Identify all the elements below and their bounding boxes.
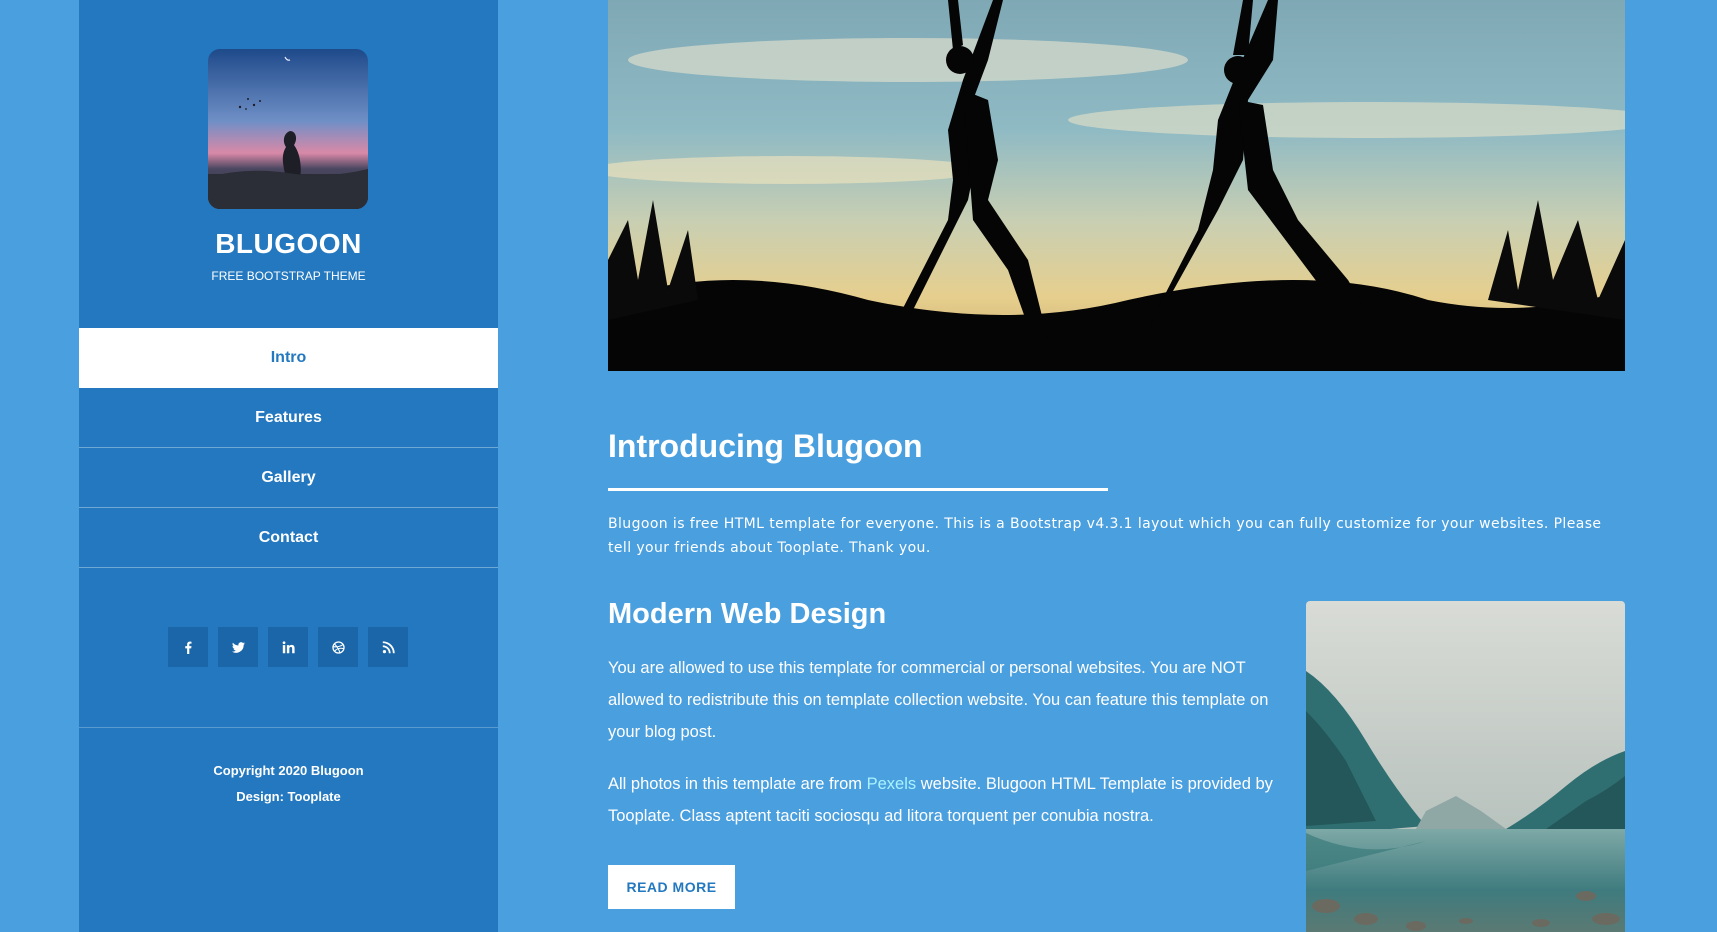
hero-image (608, 0, 1625, 371)
dribbble-icon (331, 640, 345, 654)
lake-mountain-image (1306, 601, 1625, 932)
social-links (168, 627, 408, 667)
brand-subtitle: FREE BOOTSTRAP THEME (211, 269, 366, 283)
nav-item-features[interactable]: Features (79, 388, 498, 448)
footer-divider (79, 727, 498, 728)
rss-icon (382, 640, 395, 653)
facebook-icon (184, 641, 192, 654)
rss-button[interactable] (368, 627, 408, 667)
brand-title: BLUGOON (215, 228, 362, 259)
nav-item-intro[interactable]: Intro (79, 328, 498, 388)
section-title: Modern Web Design (608, 598, 887, 630)
dribbble-button[interactable] (318, 627, 358, 667)
design-credit: Design: Tooplate (236, 789, 341, 804)
read-more-button[interactable]: READ MORE (608, 865, 735, 909)
sidebar: BLUGOON FREE BOOTSTRAP THEME Intro Featu… (79, 0, 498, 932)
linkedin-icon (282, 640, 295, 653)
title-underline (608, 488, 1108, 491)
linkedin-button[interactable] (268, 627, 308, 667)
pexels-link[interactable]: Pexels (867, 775, 917, 793)
twitter-icon (231, 641, 245, 653)
nav-item-gallery[interactable]: Gallery (79, 448, 498, 508)
paragraph-usage: You are allowed to use this template for… (608, 659, 1269, 741)
facebook-button[interactable] (168, 627, 208, 667)
main-nav: Intro Features Gallery Contact (79, 328, 498, 568)
nav-item-contact[interactable]: Contact (79, 508, 498, 568)
twitter-button[interactable] (218, 627, 258, 667)
logo-image (208, 49, 368, 209)
para2-start: All photos in this template are from (608, 775, 867, 793)
paragraph-photos: All photos in this template are from Pex… (608, 768, 1278, 832)
intro-text: Blugoon is free HTML template for everyo… (608, 516, 1602, 556)
copyright-text: Copyright 2020 Blugoon (213, 763, 364, 778)
intro-title: Introducing Blugoon (608, 428, 923, 464)
